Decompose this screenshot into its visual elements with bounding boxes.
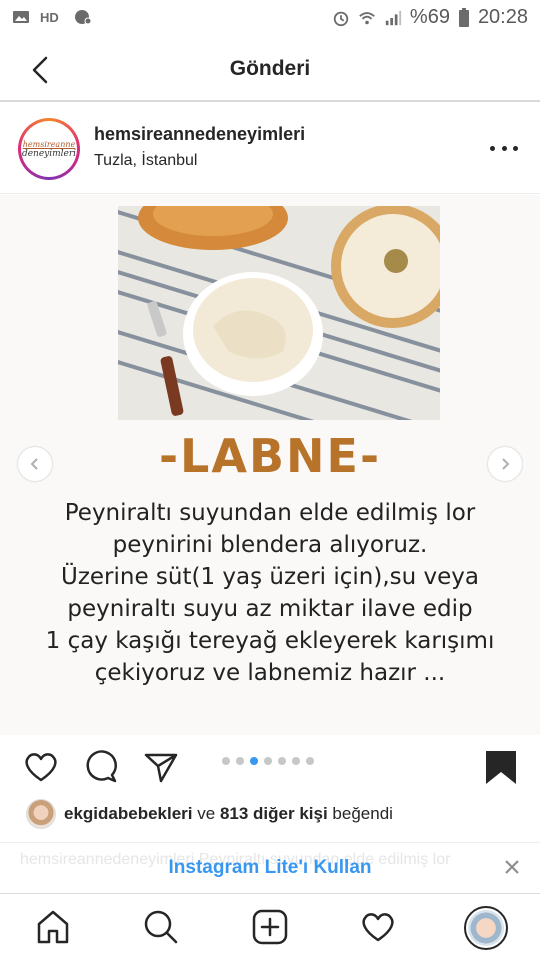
- image-text-line: peynirini blendera alıyoruz.: [112, 532, 428, 558]
- add-post-icon[interactable]: [251, 908, 289, 946]
- likes-count-link[interactable]: 813 diğer kişi: [220, 804, 328, 823]
- avatar-logo-line1: hemsireanne: [22, 139, 76, 149]
- carousel-dot: [292, 757, 300, 765]
- carousel-prev-button[interactable]: [18, 447, 52, 481]
- carousel-dot: [264, 757, 272, 765]
- image-title: -LABNE-: [158, 429, 382, 483]
- alarm-icon: [332, 9, 350, 27]
- image-text-line: peyniraltı suyu az miktar ilave edip: [67, 596, 473, 622]
- post-image[interactable]: -LABNE- Peyniraltı suyundan elde edilmiş…: [0, 195, 540, 735]
- svg-text:HD: HD: [40, 10, 59, 25]
- comment-icon[interactable]: [82, 748, 120, 786]
- carousel-indicator: [222, 757, 314, 765]
- bottom-nav: [0, 893, 540, 960]
- image-text: Peyniraltı suyundan elde edilmiş lor pey…: [30, 497, 510, 689]
- hd-icon: HD: [40, 8, 64, 26]
- more-options-icon[interactable]: [490, 136, 518, 160]
- wifi-icon: [358, 9, 376, 27]
- likes-summary: ekgidabebekleri ve 813 diğer kişi beğend…: [26, 798, 393, 830]
- carousel-dot: [222, 757, 230, 765]
- post-location[interactable]: Tuzla, İstanbul: [94, 152, 197, 170]
- chevron-left-icon: [30, 458, 38, 470]
- post-avatar[interactable]: hemsireanne deneyimleri: [18, 118, 80, 180]
- post-header: hemsireanne deneyimleri hemsireannedeney…: [0, 104, 540, 194]
- image-text-line: Üzerine süt(1 yaş üzeri için),su veya: [60, 564, 480, 590]
- home-icon[interactable]: [34, 908, 72, 946]
- lite-banner: hemsireannedeneyimleri Peyniraltı suyund…: [0, 842, 540, 892]
- image-text-line: Peyniraltı suyundan elde edilmiş lor: [64, 500, 476, 526]
- carousel-next-button[interactable]: [488, 447, 522, 481]
- gallery-icon: [12, 8, 30, 26]
- carousel-dot: [278, 757, 286, 765]
- share-icon[interactable]: [142, 748, 180, 786]
- image-text-line: 1 çay kaşığı tereyağ ekleyerek karışımı: [45, 628, 495, 654]
- shield-icon: [74, 8, 92, 26]
- likes-suffix: beğendi: [332, 804, 393, 823]
- signal-icon: [384, 9, 402, 27]
- carousel-dot: [306, 757, 314, 765]
- food-photo: [118, 206, 440, 420]
- profile-avatar[interactable]: [464, 906, 508, 950]
- heart-icon[interactable]: [22, 748, 60, 786]
- carousel-dot-active: [250, 757, 258, 765]
- post-actions: [0, 742, 540, 794]
- battery-icon: [458, 7, 470, 27]
- app-header: Gönderi: [0, 38, 540, 102]
- chevron-right-icon: [502, 458, 510, 470]
- battery-percent: %69: [409, 6, 450, 28]
- liker-username[interactable]: ekgidabebekleri: [64, 804, 193, 823]
- profile-photo: [468, 910, 504, 946]
- carousel-dot: [236, 757, 244, 765]
- bookmark-icon[interactable]: [482, 748, 520, 786]
- image-text-line: çekiyoruz ve labnemiz hazır ...: [94, 660, 446, 686]
- status-bar: HD %69 20:28: [0, 0, 540, 38]
- search-icon[interactable]: [142, 908, 180, 946]
- post-username[interactable]: hemsireannedeneyimleri: [94, 124, 305, 145]
- page-title: Gönderi: [229, 57, 311, 80]
- use-lite-link[interactable]: Instagram Lite'ı Kullan: [0, 857, 540, 879]
- avatar-logo-line2: deneyimleri: [21, 148, 77, 159]
- close-icon[interactable]: [502, 857, 522, 877]
- liker-avatar[interactable]: [26, 799, 56, 829]
- activity-heart-icon[interactable]: [359, 908, 397, 946]
- likes-connector: ve: [197, 804, 216, 823]
- clock: 20:28: [477, 6, 528, 28]
